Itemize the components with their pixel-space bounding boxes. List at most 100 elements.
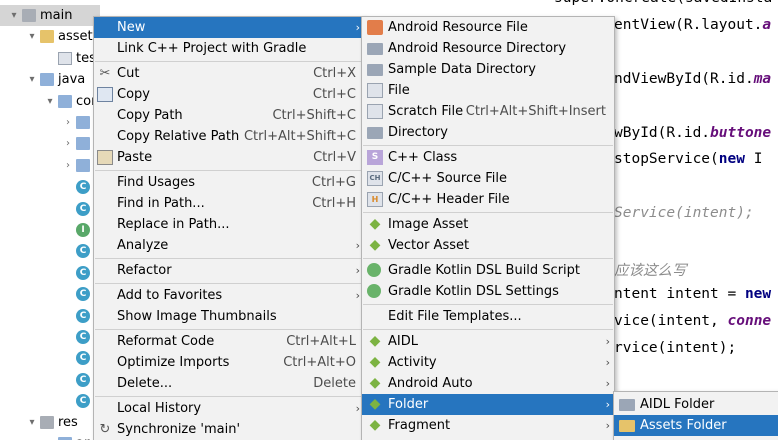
menu-item-label: Cut bbox=[117, 66, 140, 81]
code-line: entView(R.layout.a bbox=[614, 17, 771, 33]
folder-icon bbox=[76, 158, 90, 172]
expand-arrow-icon[interactable]: ▾ bbox=[26, 412, 38, 433]
gradle-icon bbox=[367, 263, 381, 277]
menu-item-add-to-favorites[interactable]: Add to Favorites › bbox=[94, 285, 364, 306]
menu-item-edit-file-templates[interactable]: Edit File Templates... bbox=[362, 306, 614, 327]
menu-item-reformat-code[interactable]: Reformat Code Ctrl+Alt+L bbox=[94, 331, 364, 352]
code-token: buttone bbox=[710, 124, 772, 141]
tree-row[interactable]: CM bbox=[0, 305, 100, 326]
menu-item-copy-path[interactable]: Copy Path Ctrl+Shift+C bbox=[94, 105, 364, 126]
tree-row[interactable]: ▾ res bbox=[0, 412, 100, 433]
menu-item-cut[interactable]: ✂ Cut Ctrl+X bbox=[94, 63, 364, 84]
menu-item-file[interactable]: File bbox=[362, 80, 614, 101]
menu-item-local-history[interactable]: Local History › bbox=[94, 398, 364, 419]
menu-item-folder[interactable]: ◆ Folder › bbox=[362, 394, 614, 415]
tree-row[interactable]: CM bbox=[0, 240, 100, 261]
menu-item-aidl-folder[interactable]: AIDL Folder bbox=[614, 394, 778, 415]
shortcut-label: Ctrl+Alt+L bbox=[286, 334, 356, 349]
shortcut-label: Delete bbox=[313, 376, 356, 391]
menu-item-label: Analyze bbox=[117, 238, 169, 253]
tree-row[interactable]: CB bbox=[0, 198, 100, 219]
class-icon: C bbox=[76, 330, 90, 344]
menu-separator bbox=[95, 329, 363, 330]
menu-item-fragment[interactable]: ◆ Fragment › bbox=[362, 415, 614, 436]
menu-item-c-c-source-file[interactable]: CH C/C++ Source File bbox=[362, 168, 614, 189]
menu-item-c-c-header-file[interactable]: H C/C++ Header File bbox=[362, 189, 614, 210]
menu-item-find-usages[interactable]: Find Usages Ctrl+G bbox=[94, 172, 364, 193]
menu-item-android-auto[interactable]: ◆ Android Auto › bbox=[362, 373, 614, 394]
expand-arrow-icon[interactable]: ▾ bbox=[44, 91, 56, 112]
menu-item-label: C/C++ Header File bbox=[388, 192, 510, 207]
tree-row[interactable]: ▾ main bbox=[0, 5, 100, 26]
menu-item-new[interactable]: New › bbox=[94, 17, 364, 38]
android-icon: ◆ bbox=[369, 216, 381, 232]
menu-item-label: Directory bbox=[388, 125, 448, 140]
menu-item-delete[interactable]: Delete... Delete bbox=[94, 373, 364, 394]
menu-item-optimize-imports[interactable]: Optimize Imports Ctrl+Alt+O bbox=[94, 352, 364, 373]
collapse-arrow-icon[interactable]: › bbox=[62, 133, 74, 154]
code-token: ndViewById(R.id. bbox=[614, 70, 754, 87]
menu-item-c-class[interactable]: S C++ Class bbox=[362, 147, 614, 168]
class-icon: C bbox=[76, 351, 90, 366]
folder-icon bbox=[76, 116, 90, 129]
submenu-arrow-icon: › bbox=[605, 335, 610, 348]
menu-item-android-resource-file[interactable]: Android Resource File bbox=[362, 17, 614, 38]
android-icon: ◆ bbox=[369, 396, 381, 412]
tree-row[interactable]: CM bbox=[0, 283, 100, 304]
menu-item-analyze[interactable]: Analyze › bbox=[94, 235, 364, 256]
collapse-arrow-icon[interactable]: › bbox=[62, 155, 74, 176]
class-icon: C bbox=[76, 265, 90, 280]
menu-item-android-resource-directory[interactable]: Android Resource Directory bbox=[362, 38, 614, 59]
menu-item-activity[interactable]: ◆ Activity › bbox=[362, 352, 614, 373]
collapse-arrow-icon[interactable]: › bbox=[62, 112, 74, 133]
tree-row[interactable]: CM bbox=[0, 262, 100, 283]
tree-row-label: res bbox=[58, 414, 78, 430]
menu-item-paste[interactable]: Paste Ctrl+V bbox=[94, 147, 364, 168]
tree-row[interactable]: test. bbox=[0, 48, 100, 69]
menu-item-refactor[interactable]: Refactor › bbox=[94, 260, 364, 281]
menu-item-link-c-project-with-gradle[interactable]: Link C++ Project with Gradle bbox=[94, 38, 364, 59]
tree-row[interactable]: › bbox=[0, 133, 100, 154]
cpp-class-icon: S bbox=[367, 150, 383, 165]
menu-item-scratch-file[interactable]: Scratch File Ctrl+Alt+Shift+Insert bbox=[362, 101, 614, 122]
menu-item-gradle-kotlin-dsl-settings[interactable]: Gradle Kotlin DSL Settings bbox=[362, 281, 614, 302]
menu-item-copy-relative-path[interactable]: Copy Relative Path Ctrl+Alt+Shift+C bbox=[94, 126, 364, 147]
collapse-arrow-icon[interactable]: › bbox=[44, 433, 56, 440]
tree-row[interactable]: ▾ assets bbox=[0, 26, 100, 47]
tree-row[interactable]: II bbox=[0, 219, 100, 240]
tree-row[interactable]: ▾com bbox=[0, 91, 100, 112]
expand-arrow-icon[interactable]: ▾ bbox=[26, 69, 38, 90]
menu-item-find-in-path[interactable]: Find in Path... Ctrl+H bbox=[94, 193, 364, 214]
tree-row[interactable]: ›anim bbox=[0, 433, 100, 440]
tree-row[interactable]: CS bbox=[0, 369, 100, 390]
tree-row[interactable]: ▾ java bbox=[0, 69, 100, 90]
menu-item-copy[interactable]: Copy Ctrl+C bbox=[94, 84, 364, 105]
menu-item-directory[interactable]: Directory bbox=[362, 122, 614, 143]
menu-item-sample-data-directory[interactable]: Sample Data Directory bbox=[362, 59, 614, 80]
tree-row[interactable]: CU bbox=[0, 390, 100, 411]
android-icon: ◆ bbox=[369, 354, 381, 370]
menu-item-show-image-thumbnails[interactable]: Show Image Thumbnails bbox=[94, 306, 364, 327]
code-editor[interactable]: super.onCreate(savedInsta entView(R.layou… bbox=[554, 0, 778, 440]
menu-separator bbox=[95, 396, 363, 397]
menu-item-image-asset[interactable]: ◆ Image Asset bbox=[362, 214, 614, 235]
tree-row[interactable]: CA bbox=[0, 176, 100, 197]
menu-item-label: Activity bbox=[388, 355, 437, 370]
menu-item-replace-in-path[interactable]: Replace in Path... bbox=[94, 214, 364, 235]
tree-row[interactable]: CM bbox=[0, 347, 100, 368]
context-menu: New › Link C++ Project with Gradle ✂ Cut Ctrl… bbox=[93, 16, 365, 440]
shortcut-label: Ctrl+V bbox=[313, 150, 356, 165]
expand-arrow-icon[interactable]: ▾ bbox=[8, 5, 20, 26]
class-icon: C bbox=[76, 244, 90, 259]
tree-row[interactable]: ›c bbox=[0, 112, 100, 133]
menu-item-label: New bbox=[117, 20, 146, 35]
expand-arrow-icon[interactable]: ▾ bbox=[26, 26, 38, 47]
menu-item-assets-folder[interactable]: Assets Folder bbox=[614, 415, 778, 436]
menu-item-vector-asset[interactable]: ◆ Vector Asset bbox=[362, 235, 614, 256]
tree-row[interactable]: ›p bbox=[0, 155, 100, 176]
paste-icon bbox=[97, 150, 113, 165]
menu-item-gradle-kotlin-dsl-build-script[interactable]: Gradle Kotlin DSL Build Script bbox=[362, 260, 614, 281]
menu-item-aidl[interactable]: ◆ AIDL › bbox=[362, 331, 614, 352]
tree-row[interactable]: CM bbox=[0, 326, 100, 347]
menu-item-synchronize-main[interactable]: ↻ Synchronize 'main' bbox=[94, 419, 364, 440]
